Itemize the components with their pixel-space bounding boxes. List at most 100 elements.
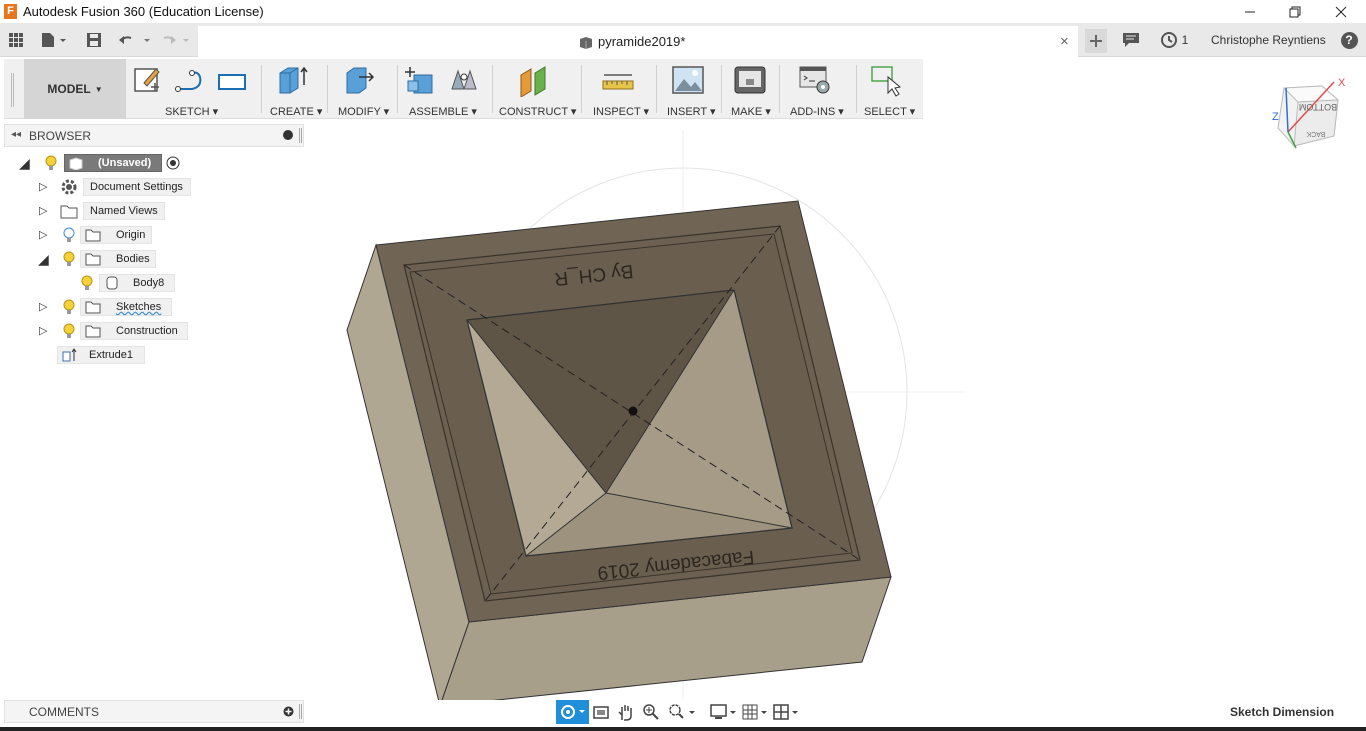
tree-item-label: Body8: [133, 277, 165, 289]
lightbulb-on-icon[interactable]: [62, 299, 76, 315]
sketch-menu[interactable]: SKETCH ▾: [165, 105, 218, 118]
tree-item-label: Document Settings: [90, 181, 183, 193]
workspace-switcher[interactable]: MODEL ▼: [24, 59, 126, 119]
comments-panel-button[interactable]: [1120, 29, 1142, 51]
lightbulb-on-icon[interactable]: [62, 251, 76, 267]
separator: [779, 65, 780, 113]
collapse-arrow-icon[interactable]: ◢: [19, 155, 30, 172]
restore-button[interactable]: [1272, 0, 1318, 23]
lightbulb-off-icon[interactable]: [62, 227, 76, 243]
speech-bubble-icon: [1123, 33, 1139, 47]
pin-icon[interactable]: [283, 130, 293, 140]
redo-button[interactable]: [158, 29, 194, 51]
lightbulb-on-icon[interactable]: [44, 155, 58, 171]
select-menu[interactable]: SELECT ▾: [864, 105, 915, 118]
tree-item-origin[interactable]: Origin: [80, 226, 152, 244]
comments-panel-header[interactable]: COMMENTS: [4, 700, 304, 723]
collapse-panel-icon[interactable]: ◂◂: [11, 129, 21, 140]
expand-arrow-icon[interactable]: ▷: [39, 204, 47, 217]
activate-radio-icon[interactable]: [166, 156, 180, 170]
tree-item-named-views[interactable]: Named Views: [83, 202, 165, 220]
rectangle-tool-icon[interactable]: [216, 63, 248, 97]
file-menu-button[interactable]: [38, 29, 70, 51]
tree-item-sketches[interactable]: Sketches: [80, 298, 172, 316]
tree-item-bodies[interactable]: Bodies: [80, 250, 156, 268]
new-tab-button[interactable]: [1085, 29, 1107, 53]
joint-icon[interactable]: [448, 63, 480, 97]
save-icon: [87, 33, 101, 47]
component-icon: [580, 37, 592, 49]
separator: [581, 65, 582, 113]
zoom-window-icon[interactable]: [668, 703, 698, 721]
viewports-icon[interactable]: [773, 703, 801, 721]
extrude-feature-icon: [62, 348, 77, 362]
zoom-icon[interactable]: [642, 703, 660, 721]
grid-settings-icon[interactable]: [742, 703, 770, 721]
chevron-down-icon: ▼: [94, 84, 103, 94]
measure-icon[interactable]: [602, 63, 634, 97]
center-point[interactable]: [628, 406, 638, 416]
offset-plane-icon[interactable]: [518, 63, 550, 97]
tree-item-construction[interactable]: Construction: [80, 322, 188, 340]
panel-grip[interactable]: [299, 128, 302, 143]
tree-item-label: Origin: [116, 229, 146, 241]
inspect-menu[interactable]: INSPECT ▾: [593, 105, 649, 118]
scripts-addins-icon[interactable]: [799, 63, 831, 97]
display-settings-icon[interactable]: [710, 703, 738, 721]
new-component-icon[interactable]: [404, 63, 436, 97]
restore-icon: [1289, 6, 1301, 17]
make-menu[interactable]: MAKE ▾: [731, 105, 771, 118]
insert-menu[interactable]: INSERT ▾: [667, 105, 716, 118]
close-window-button[interactable]: [1318, 0, 1364, 23]
separator: [656, 65, 657, 113]
job-status-button[interactable]: 1: [1154, 29, 1194, 51]
close-tab-icon[interactable]: ×: [1060, 33, 1069, 50]
browser-panel-header[interactable]: ◂◂ BROWSER: [4, 124, 304, 147]
toolbar-grip[interactable]: [11, 73, 14, 107]
folder-icon: [85, 325, 101, 338]
look-at-icon[interactable]: [593, 704, 609, 720]
create-sketch-icon[interactable]: [132, 63, 164, 97]
undo-button[interactable]: [116, 29, 152, 51]
root-component[interactable]: (Unsaved): [64, 154, 162, 172]
document-tab[interactable]: pyramide2019* ×: [198, 26, 1078, 57]
addins-menu[interactable]: ADD-INS ▾: [790, 105, 844, 118]
orbit-button[interactable]: [556, 700, 589, 724]
add-comment-icon[interactable]: [283, 706, 294, 717]
line-tool-icon[interactable]: [174, 63, 206, 97]
tree-item-body8[interactable]: Body8: [99, 274, 175, 292]
grid-icon: [9, 33, 23, 47]
minimize-button[interactable]: [1227, 0, 1273, 23]
extrude-icon[interactable]: [276, 63, 308, 97]
insert-image-icon[interactable]: [672, 63, 704, 97]
data-panel-button[interactable]: [6, 29, 26, 51]
orbit-icon: [560, 705, 585, 719]
lightbulb-on-icon[interactable]: [62, 323, 76, 339]
3d-print-icon[interactable]: [734, 63, 766, 97]
select-icon[interactable]: [870, 63, 902, 97]
model-viewport[interactable]: By CH_R Fabacademy 2019: [305, 120, 1366, 700]
modify-menu[interactable]: MODIFY ▾: [338, 105, 389, 118]
tree-item-document-settings[interactable]: Document Settings: [83, 178, 191, 196]
root-component-label: (Unsaved): [98, 157, 152, 169]
create-menu[interactable]: CREATE ▾: [270, 105, 322, 118]
expand-arrow-icon[interactable]: ▷: [39, 300, 47, 313]
help-button[interactable]: ?: [1339, 29, 1359, 51]
pan-hand-icon[interactable]: [617, 703, 635, 721]
viewcube-face-bottom: BOTTOM: [1299, 102, 1337, 112]
press-pull-icon[interactable]: [344, 63, 376, 97]
lightbulb-on-icon[interactable]: [80, 275, 94, 291]
assemble-menu[interactable]: ASSEMBLE ▾: [409, 105, 477, 118]
browser-title: BROWSER: [29, 129, 92, 143]
construct-menu[interactable]: CONSTRUCT ▾: [499, 105, 576, 118]
save-button[interactable]: [84, 29, 104, 51]
collapse-arrow-icon[interactable]: ◢: [38, 251, 49, 268]
comments-title: COMMENTS: [29, 705, 99, 719]
tree-item-extrude1[interactable]: Extrude1: [57, 346, 145, 364]
expand-arrow-icon[interactable]: ▷: [39, 324, 47, 337]
user-name[interactable]: Christophe Reyntiens: [1211, 33, 1326, 47]
separator: [721, 65, 722, 113]
panel-grip[interactable]: [299, 704, 302, 719]
expand-arrow-icon[interactable]: ▷: [39, 180, 47, 193]
expand-arrow-icon[interactable]: ▷: [39, 228, 47, 241]
